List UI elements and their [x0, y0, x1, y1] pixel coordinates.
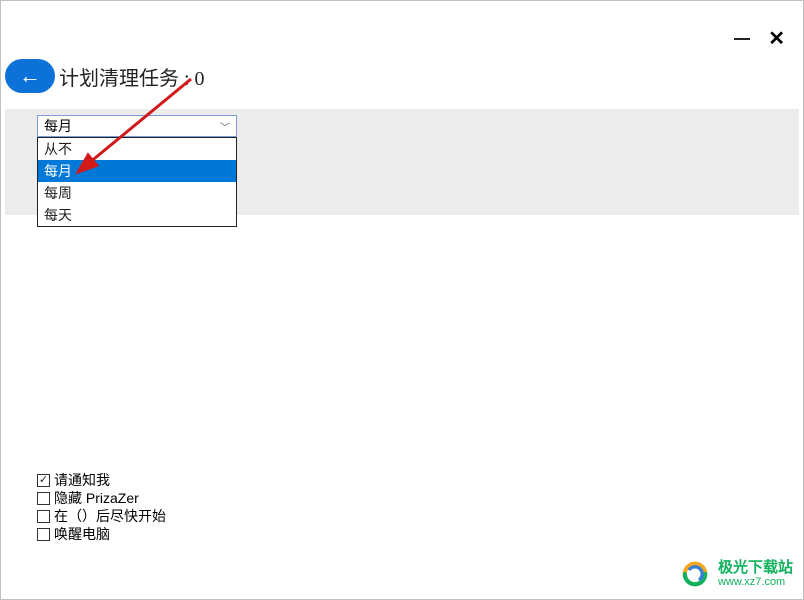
dropdown-option-monthly[interactable]: 每月 — [38, 160, 236, 182]
dropdown-option-weekly[interactable]: 每周 — [38, 182, 236, 204]
minimize-button[interactable] — [734, 38, 750, 40]
dropdown-list: 从不 每月 每周 每天 — [37, 137, 237, 227]
checkbox-wake-label: 唤醒电脑 — [54, 525, 110, 543]
close-button[interactable]: ✕ — [768, 29, 785, 49]
back-arrow-icon: ← — [19, 63, 41, 89]
checkbox-notify-row: 请通知我 — [37, 471, 166, 489]
dropdown-option-never[interactable]: 从不 — [38, 138, 236, 160]
checkbox-notify[interactable] — [37, 474, 50, 487]
watermark: 极光下载站 www.xz7.com — [678, 557, 793, 591]
checkbox-hide-row: 隐藏 PrizaZer — [37, 489, 166, 507]
dropdown-selected-value: 每月 — [44, 116, 72, 136]
checkbox-notify-label: 请通知我 — [54, 471, 110, 489]
chevron-down-icon: ﹀ — [218, 119, 232, 133]
watermark-title: 极光下载站 — [718, 560, 793, 577]
checkbox-start-after[interactable] — [37, 510, 50, 523]
checkbox-hide-label: 隐藏 PrizaZer — [54, 489, 139, 507]
dropdown-option-daily[interactable]: 每天 — [38, 204, 236, 226]
watermark-logo-icon — [678, 557, 712, 591]
checkbox-wake[interactable] — [37, 528, 50, 541]
page-title: 计划清理任务 : 0 — [59, 62, 205, 91]
checkbox-wake-row: 唤醒电脑 — [37, 525, 166, 543]
checkbox-start-after-label: 在（）后尽快开始 — [54, 507, 166, 525]
checkbox-start-after-row: 在（）后尽快开始 — [37, 507, 166, 525]
checkbox-hide[interactable] — [37, 492, 50, 505]
schedule-dropdown[interactable]: 每月 ﹀ — [37, 115, 237, 137]
back-button[interactable]: ← — [5, 59, 55, 93]
watermark-url: www.xz7.com — [718, 576, 793, 588]
